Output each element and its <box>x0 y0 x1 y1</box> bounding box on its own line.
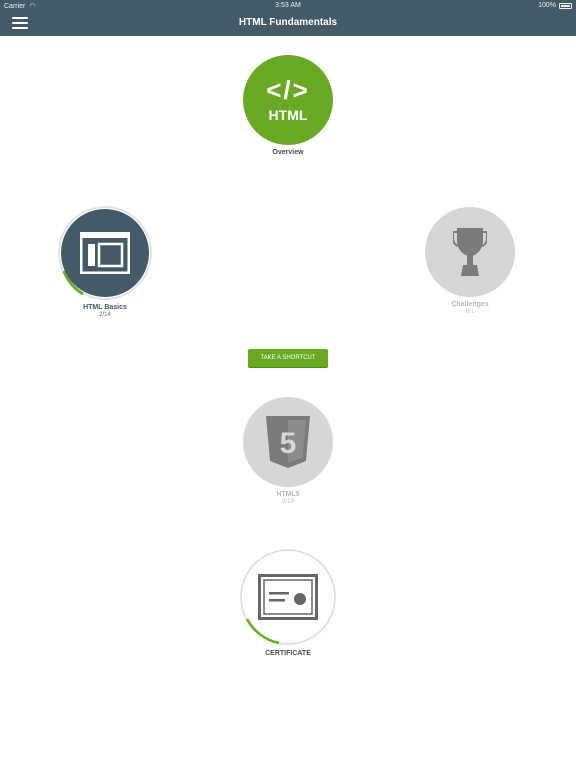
top-bar: Carrier ◠ 3:53 AM 100% HTML Fundamentals <box>0 0 576 36</box>
layout-window-icon <box>80 232 130 274</box>
html5-digit: 5 <box>280 427 297 460</box>
html-basics-label: HTML Basics <box>83 304 127 311</box>
status-battery: 100% <box>538 2 572 9</box>
battery-icon <box>559 2 572 9</box>
node-overview[interactable]: </> HTML Overview <box>238 55 338 156</box>
challenges-label: Challenges <box>451 301 489 308</box>
code-brackets-icon: </> <box>266 75 310 105</box>
node-html-basics[interactable]: HTML Basics 2/14 <box>50 205 160 318</box>
html5-label: HTML5 <box>276 491 300 498</box>
overview-label: Overview <box>272 149 304 156</box>
certificate-icon <box>258 574 318 620</box>
certificate-circle[interactable] <box>239 548 337 646</box>
html5-shield-icon: 5 <box>266 416 310 468</box>
take-shortcut-button[interactable]: TAKE A SHORTCUT <box>248 349 328 367</box>
status-time: 3:53 AM <box>275 2 301 9</box>
html-logo-text: HTML <box>268 107 308 123</box>
challenges-progress: 0/1 <box>465 309 475 315</box>
html5-circle[interactable]: 5 <box>243 397 333 487</box>
battery-label: 100% <box>538 2 556 9</box>
certificate-label: CERTIFICATE <box>265 650 311 657</box>
challenges-circle[interactable] <box>425 207 515 297</box>
node-certificate[interactable]: CERTIFICATE <box>234 548 342 657</box>
html5-progress: 0/19 <box>282 499 294 505</box>
trophy-icon <box>453 228 487 276</box>
page-title: HTML Fundamentals <box>238 17 338 28</box>
overview-circle[interactable]: </> HTML <box>243 55 333 145</box>
certificate-ring <box>239 548 337 646</box>
node-challenges[interactable]: Challenges 0/1 <box>418 207 522 315</box>
html-basics-ring <box>57 205 153 301</box>
node-html5[interactable]: 5 HTML5 0/19 <box>238 397 338 505</box>
html-basics-progress: 2/14 <box>99 312 111 318</box>
html-basics-circle[interactable] <box>61 209 149 297</box>
